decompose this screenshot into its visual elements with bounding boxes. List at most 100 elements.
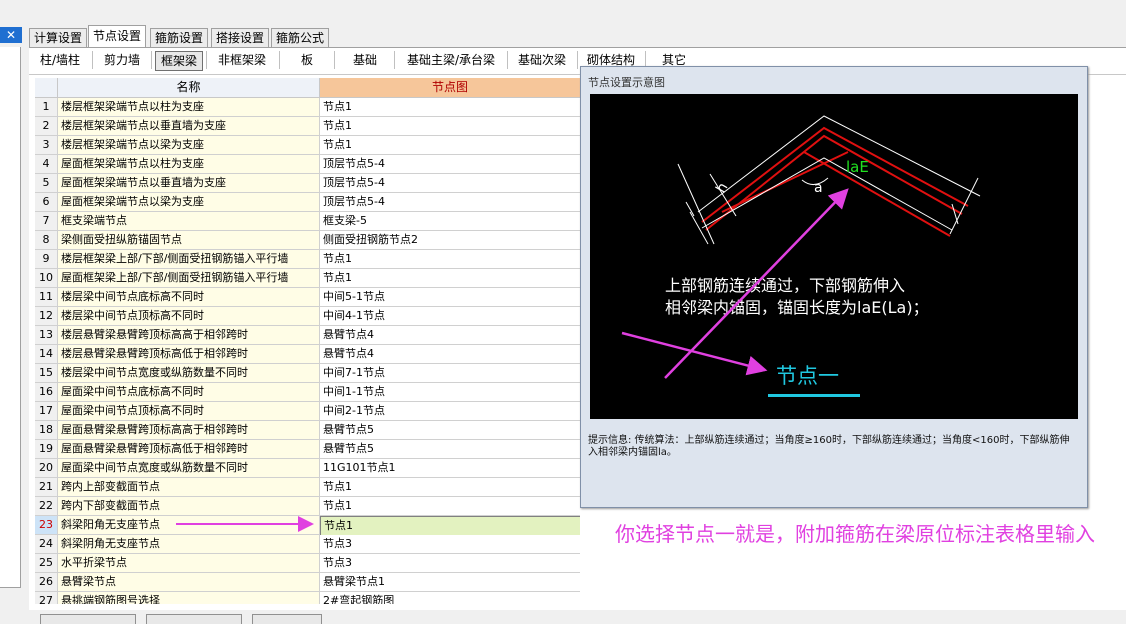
row-number: 24 bbox=[35, 535, 58, 554]
row-node-select[interactable]: 顶层节点5-4 bbox=[320, 193, 580, 212]
row-number: 3 bbox=[35, 136, 58, 155]
table-row[interactable]: 19 屋面悬臂梁悬臂跨顶标高低于相邻跨时 悬臂节点5 bbox=[35, 440, 580, 459]
row-number: 20 bbox=[35, 459, 58, 478]
table-row[interactable]: 5 屋面框架梁端节点以垂直墙为支座 顶层节点5-4 bbox=[35, 174, 580, 193]
row-node-select[interactable]: 悬臂梁节点1 bbox=[320, 573, 580, 592]
subtab-foundation[interactable]: 基础 bbox=[345, 50, 385, 70]
diagram-text-line1: 上部钢筋连续通过，下部钢筋伸入 bbox=[665, 276, 906, 295]
table-row[interactable]: 4 屋面框架梁端节点以柱为支座 顶层节点5-4 bbox=[35, 155, 580, 174]
row-node-select[interactable]: 悬臂节点4 bbox=[320, 345, 580, 364]
row-name: 屋面悬臂梁悬臂跨顶标高高于相邻跨时 bbox=[58, 421, 320, 440]
tab-calc-settings[interactable]: 计算设置 bbox=[29, 28, 88, 47]
tab-stirrup-formula[interactable]: 箍筋公式 bbox=[271, 28, 330, 47]
row-node-select[interactable]: 节点3 bbox=[320, 535, 580, 554]
row-node-select[interactable]: 11G101节点1 bbox=[320, 459, 580, 478]
row-node-select[interactable]: 节点1 bbox=[320, 136, 580, 155]
table-row[interactable]: 16 屋面梁中间节点底标高不同时 中间1-1节点 bbox=[35, 383, 580, 402]
table-row[interactable]: 15 楼层梁中间节点宽度或纵筋数量不同时 中间7-1节点 bbox=[35, 364, 580, 383]
table-row[interactable]: 20 屋面梁中间节点宽度或纵筋数量不同时 11G101节点1 bbox=[35, 459, 580, 478]
row-number: 25 bbox=[35, 554, 58, 573]
separator bbox=[92, 51, 93, 69]
row-node-select[interactable]: 顶层节点5-4 bbox=[320, 174, 580, 193]
table-row[interactable]: 17 屋面梁中间节点顶标高不同时 中间2-1节点 bbox=[35, 402, 580, 421]
row-number: 23 bbox=[35, 516, 58, 535]
subtab-non-frame-beam[interactable]: 非框架梁 bbox=[211, 50, 273, 70]
node-diagram-dialog[interactable]: 节点设置示意图 laE a h 上部钢筋连续通过，下部钢筋伸入 相邻梁内锚固，锚… bbox=[580, 66, 1088, 508]
row-number: 22 bbox=[35, 497, 58, 516]
separator bbox=[206, 51, 207, 69]
row-node-select[interactable]: 悬臂节点4 bbox=[320, 326, 580, 345]
row-node-select[interactable]: 节点1 bbox=[320, 478, 580, 497]
table-row[interactable]: 8 梁侧面受扭纵筋锚固节点 侧面受扭钢筋节点2 bbox=[35, 231, 580, 250]
row-number: 12 bbox=[35, 307, 58, 326]
row-name: 楼层框架梁上部/下部/侧面受扭钢筋锚入平行墙 bbox=[58, 250, 320, 269]
row-number: 10 bbox=[35, 269, 58, 288]
separator bbox=[507, 51, 508, 69]
row-name: 楼层梁中间节点顶标高不同时 bbox=[58, 307, 320, 326]
row-number: 13 bbox=[35, 326, 58, 345]
row-node-select[interactable]: 节点1 bbox=[320, 98, 580, 117]
row-number: 11 bbox=[35, 288, 58, 307]
row-node-select[interactable]: 侧面受扭钢筋节点2 bbox=[320, 231, 580, 250]
name-column-header[interactable]: 名称 bbox=[58, 78, 320, 98]
row-name: 斜梁阳角无支座节点 bbox=[58, 516, 320, 535]
table-row[interactable]: 24 斜梁阴角无支座节点 节点3 bbox=[35, 535, 580, 554]
row-node-select[interactable]: 框支梁-5 bbox=[320, 212, 580, 231]
table-row[interactable]: 3 楼层框架梁端节点以梁为支座 节点1 bbox=[35, 136, 580, 155]
table-row[interactable]: 7 框支梁端节点 框支梁-5 bbox=[35, 212, 580, 231]
close-icon[interactable]: ✕ bbox=[0, 27, 22, 43]
subtab-slab[interactable]: 板 bbox=[291, 50, 323, 70]
tab-lap-settings[interactable]: 搭接设置 bbox=[211, 28, 270, 47]
table-row[interactable]: 23 斜梁阳角无支座节点 节点1 bbox=[35, 516, 580, 536]
table-row[interactable]: 26 悬臂梁节点 悬臂梁节点1 bbox=[35, 573, 580, 592]
separator bbox=[334, 51, 335, 69]
row-node-select[interactable]: 节点1 bbox=[320, 516, 580, 536]
row-node-select[interactable]: 中间2-1节点 bbox=[320, 402, 580, 421]
row-number: 27 bbox=[35, 592, 58, 604]
table-row[interactable]: 10 屋面框架梁上部/下部/侧面受扭钢筋锚入平行墙 节点1 bbox=[35, 269, 580, 288]
dialog-title: 节点设置示意图 bbox=[588, 76, 665, 89]
table-row[interactable]: 1 楼层框架梁端节点以柱为支座 节点1 bbox=[35, 98, 580, 117]
row-node-select[interactable]: 悬臂节点5 bbox=[320, 421, 580, 440]
row-name: 屋面悬臂梁悬臂跨顶标高低于相邻跨时 bbox=[58, 440, 320, 459]
left-list[interactable] bbox=[0, 47, 21, 588]
row-node-select[interactable]: 2#弯起钢筋图 bbox=[320, 592, 580, 604]
subtab-foundation-main-beam[interactable]: 基础主梁/承台梁 bbox=[401, 50, 501, 70]
table-row[interactable]: 6 屋面框架梁端节点以梁为支座 顶层节点5-4 bbox=[35, 193, 580, 212]
lae-label: laE bbox=[846, 158, 869, 176]
subtab-frame-beam[interactable]: 框架梁 bbox=[155, 51, 203, 71]
table-row[interactable]: 21 跨内上部变截面节点 节点1 bbox=[35, 478, 580, 497]
row-node-select[interactable]: 节点1 bbox=[320, 269, 580, 288]
table-row[interactable]: 9 楼层框架梁上部/下部/侧面受扭钢筋锚入平行墙 节点1 bbox=[35, 250, 580, 269]
node-column-header[interactable]: 节点图 bbox=[320, 78, 580, 98]
table-row[interactable]: 2 楼层框架梁端节点以垂直墙为支座 节点1 bbox=[35, 117, 580, 136]
row-node-select[interactable]: 中间4-1节点 bbox=[320, 307, 580, 326]
subtab-shear-wall[interactable]: 剪力墙 bbox=[96, 50, 148, 70]
table-row[interactable]: 18 屋面悬臂梁悬臂跨顶标高高于相邻跨时 悬臂节点5 bbox=[35, 421, 580, 440]
row-node-select[interactable]: 中间7-1节点 bbox=[320, 364, 580, 383]
table-row[interactable]: 12 楼层梁中间节点顶标高不同时 中间4-1节点 bbox=[35, 307, 580, 326]
row-name: 屋面梁中间节点底标高不同时 bbox=[58, 383, 320, 402]
row-number: 26 bbox=[35, 573, 58, 592]
row-node-select[interactable]: 顶层节点5-4 bbox=[320, 155, 580, 174]
row-node-select[interactable]: 节点1 bbox=[320, 497, 580, 516]
row-node-select[interactable]: 中间5-1节点 bbox=[320, 288, 580, 307]
row-number: 18 bbox=[35, 421, 58, 440]
row-name: 悬臂梁节点 bbox=[58, 573, 320, 592]
table-row[interactable]: 25 水平折梁节点 节点3 bbox=[35, 554, 580, 573]
tab-stirrup-settings[interactable]: 箍筋设置 bbox=[150, 28, 209, 47]
table-row[interactable]: 13 楼层悬臂梁悬臂跨顶标高高于相邻跨时 悬臂节点4 bbox=[35, 326, 580, 345]
row-node-select[interactable]: 悬臂节点5 bbox=[320, 440, 580, 459]
row-name: 楼层悬臂梁悬臂跨顶标高低于相邻跨时 bbox=[58, 345, 320, 364]
row-node-select[interactable]: 节点1 bbox=[320, 250, 580, 269]
row-node-select[interactable]: 节点3 bbox=[320, 554, 580, 573]
subtab-foundation-secondary-beam[interactable]: 基础次梁 bbox=[513, 50, 571, 70]
table-row[interactable]: 11 楼层梁中间节点底标高不同时 中间5-1节点 bbox=[35, 288, 580, 307]
table-row[interactable]: 27 悬挑端钢筋图号选择 2#弯起钢筋图 bbox=[35, 592, 580, 604]
row-node-select[interactable]: 中间1-1节点 bbox=[320, 383, 580, 402]
tab-node-settings[interactable]: 节点设置 bbox=[88, 25, 147, 48]
subtab-column[interactable]: 柱/墙柱 bbox=[33, 50, 87, 70]
row-node-select[interactable]: 节点1 bbox=[320, 117, 580, 136]
table-row[interactable]: 14 楼层悬臂梁悬臂跨顶标高低于相邻跨时 悬臂节点4 bbox=[35, 345, 580, 364]
table-row[interactable]: 22 跨内下部变截面节点 节点1 bbox=[35, 497, 580, 516]
